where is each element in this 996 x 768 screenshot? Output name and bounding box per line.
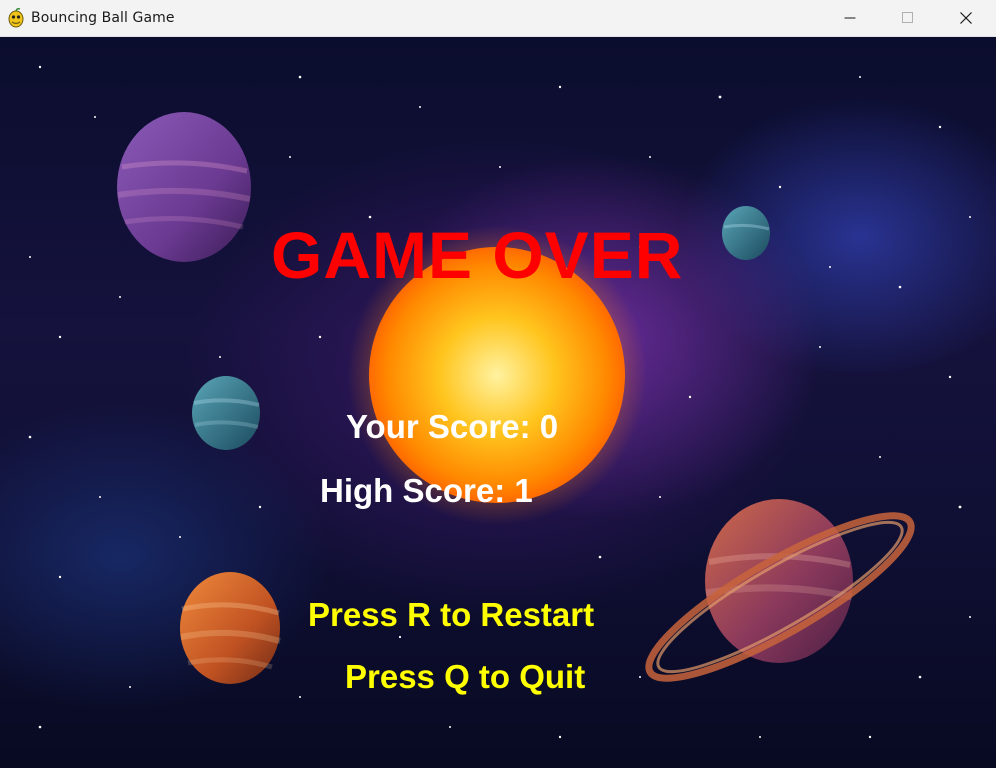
close-button[interactable] <box>937 0 995 36</box>
maximize-icon <box>902 12 913 23</box>
game-window: Bouncing Ball Game GAME OVER Your Score:… <box>0 0 996 768</box>
maximize-button[interactable] <box>879 0 937 36</box>
game-canvas[interactable]: GAME OVER Your Score: 0 High Score: 1 Pr… <box>0 37 996 768</box>
window-title: Bouncing Ball Game <box>31 10 175 26</box>
minimize-button[interactable] <box>821 0 879 36</box>
pygame-snake-icon <box>7 8 25 28</box>
quit-hint: Press Q to Quit <box>345 658 586 695</box>
game-over-title: GAME OVER <box>271 218 684 292</box>
minimize-icon <box>844 17 856 19</box>
close-icon <box>960 12 972 24</box>
your-score-label: Your Score: 0 <box>346 408 559 445</box>
high-score-label: High Score: 1 <box>320 472 533 509</box>
restart-hint: Press R to Restart <box>308 596 595 633</box>
game-over-overlay: GAME OVER Your Score: 0 High Score: 1 Pr… <box>0 37 996 768</box>
title-bar[interactable]: Bouncing Ball Game <box>0 0 996 37</box>
